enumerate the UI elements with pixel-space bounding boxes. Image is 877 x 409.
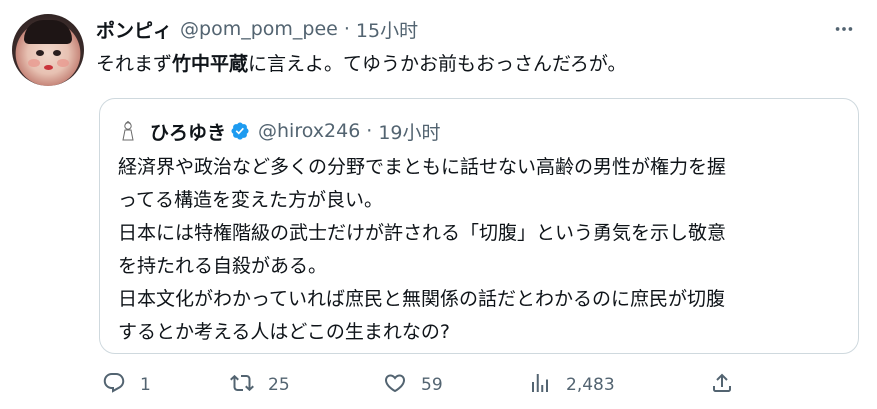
views-button[interactable]: 2,483: [528, 368, 615, 402]
separator: ·: [366, 120, 373, 142]
avatar-cheek: [57, 59, 69, 67]
views-chart-icon: [528, 371, 552, 400]
more-dots-icon[interactable]: [833, 18, 855, 40]
quoted-text-line: ってる構造を変えた方が良い。: [118, 189, 384, 211]
avatar-hair: [24, 20, 72, 44]
quoted-tweet-text: 経済界や政治など多くの分野でまともに話せない高齢の男性が権力を握 ってる構造を変…: [118, 151, 726, 349]
quoted-text-line: 経済界や政治など多くの分野でまともに話せない高齢の男性が権力を握: [118, 156, 727, 178]
quoted-text-line: 日本文化がわかっていれば庶民と無関係の話だとわかるのに庶民が切腹: [118, 288, 726, 310]
retweet-button[interactable]: 25: [230, 368, 290, 402]
avatar-eye: [36, 50, 44, 56]
like-count: 59: [421, 375, 443, 395]
tweet[interactable]: ポンピィ @pom_pom_pee · 15小时 それまず竹中平蔵に言えよ。てゆ…: [0, 0, 877, 409]
quoted-text-line: を持たれる自殺がある。: [118, 255, 328, 277]
view-count: 2,483: [566, 375, 615, 395]
reply-count: 1: [140, 375, 151, 395]
tweet-header: ポンピィ @pom_pom_pee · 15小时: [96, 14, 418, 44]
tweet-text-part: それまず: [96, 53, 173, 75]
quoted-display-name[interactable]: ひろゆき: [150, 118, 226, 145]
retweet-count: 25: [268, 375, 290, 395]
quoted-text-line: 日本には特権階級の武士だけが許される「切腹」という勇気を示し敬意: [118, 222, 727, 244]
tweet-text-bold: 竹中平蔵: [172, 53, 249, 75]
timestamp[interactable]: 15小时: [356, 16, 418, 43]
user-handle[interactable]: @pom_pom_pee: [180, 18, 338, 40]
quoted-tweet[interactable]: ひろゆき @hirox246 · 19小时 経済界や政治など多くの分野でまともに…: [99, 98, 859, 354]
avatar[interactable]: [12, 14, 84, 86]
tweet-text-part: に言えよ。てゆうかお前もおっさんだろが。: [248, 53, 627, 75]
heart-icon: [383, 371, 407, 400]
reply-icon: [102, 371, 126, 400]
quoted-user-handle[interactable]: @hirox246: [258, 120, 360, 142]
avatar-cheek: [28, 59, 40, 67]
separator: ·: [343, 18, 350, 40]
share-icon: [710, 371, 734, 400]
tweet-text: それまず竹中平蔵に言えよ。てゆうかお前もおっさんだろが。: [96, 50, 627, 78]
quoted-tweet-header: ひろゆき @hirox246 · 19小时: [116, 116, 441, 146]
share-button[interactable]: [710, 368, 734, 402]
action-bar: 1 25 59 2,483: [96, 368, 836, 402]
avatar-eye: [53, 50, 61, 56]
avatar-mouth: [44, 65, 53, 70]
like-button[interactable]: 59: [383, 368, 443, 402]
verified-badge-icon: [230, 121, 250, 141]
reply-button[interactable]: 1: [102, 368, 151, 402]
quoted-text-line: するとか考える人はどこの生まれなの?: [118, 321, 450, 343]
quoted-avatar[interactable]: [116, 119, 140, 143]
quoted-timestamp[interactable]: 19小时: [378, 118, 440, 145]
retweet-icon: [230, 371, 254, 400]
display-name[interactable]: ポンピィ: [96, 16, 172, 43]
